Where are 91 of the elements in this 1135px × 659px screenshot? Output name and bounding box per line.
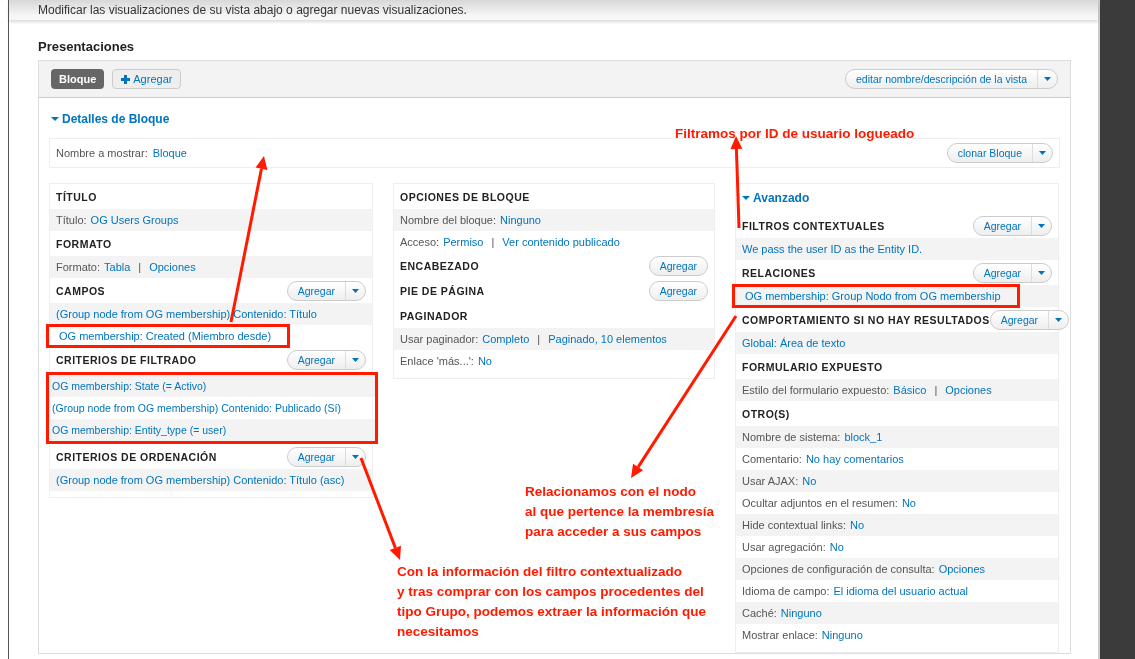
setting-link[interactable]: Paginado, 10 elementos xyxy=(548,333,667,345)
setting-label: Ocultar adjuntos en el resumen: xyxy=(742,497,898,509)
caret-icon xyxy=(352,357,359,362)
setting-link[interactable]: (Group node from OG membership) Contenido: Publicado (Sí) xyxy=(52,402,341,414)
caret-icon xyxy=(352,454,359,459)
add-button[interactable]: Agregar xyxy=(287,281,346,300)
separator-text: | xyxy=(491,236,495,248)
add-button[interactable]: Agregar xyxy=(648,280,708,301)
annotation-text: Relacionamos con el nodo al que pertence la membresía para acceder a sus campos xyxy=(525,483,715,541)
setting-link[interactable]: Tabla xyxy=(104,261,131,273)
caret-icon xyxy=(1038,270,1045,275)
intro-text: Modificar las visualizaciones de su vista abajo o agregar nuevas visualizaciones. xyxy=(38,2,468,16)
caret-icon xyxy=(742,194,750,202)
separator-text: | xyxy=(934,384,938,396)
setting-link[interactable]: Completo xyxy=(482,333,530,345)
section-title: CRITERIOS DE ORDENACIÓN xyxy=(56,450,217,463)
setting-label: Nombre de sistema: xyxy=(742,431,841,443)
setting-label: Comentario: xyxy=(742,453,802,465)
section-title: CRITERIOS DE FILTRADO xyxy=(56,353,197,366)
plus-icon xyxy=(121,74,131,84)
add-button[interactable]: Agregar xyxy=(287,350,346,369)
setting-link[interactable]: Ninguno xyxy=(821,629,863,641)
setting-label: Usar paginador: xyxy=(400,333,479,345)
section-title: OTRO(S) xyxy=(742,407,790,420)
caret-icon xyxy=(1039,151,1046,155)
section-title: TÍTULO xyxy=(56,190,97,203)
setting-link[interactable]: Opciones xyxy=(945,384,992,396)
section-title: OPCIONES DE BLOQUE xyxy=(400,190,530,203)
details-toggle[interactable]: Detalles de Bloque xyxy=(51,112,170,126)
setting-link[interactable]: Ver contenido publicado xyxy=(502,236,620,248)
setting-label: Nombre del bloque: xyxy=(400,214,496,226)
separator-text: | xyxy=(537,333,541,345)
setting-label: Acceso: xyxy=(400,236,440,248)
setting-link[interactable]: Opciones xyxy=(149,261,196,273)
field-label: Nombre a mostrar: xyxy=(56,147,148,159)
caret-icon xyxy=(1055,317,1063,322)
setting-link[interactable]: Opciones xyxy=(938,563,986,575)
section-title: FORMULARIO EXPUESTO xyxy=(742,360,883,373)
display-name-link[interactable]: Bloque xyxy=(152,147,187,159)
setting-label: Formato: xyxy=(56,261,100,273)
edit-view-button[interactable]: editar nombre/descripción de la vista xyxy=(846,70,1038,88)
add-button[interactable]: Agregar xyxy=(973,263,1032,282)
setting-label: Usar AJAX: xyxy=(742,475,799,487)
setting-link[interactable]: Ninguno xyxy=(780,607,822,619)
setting-link[interactable]: No xyxy=(901,497,916,509)
setting-label: Enlace 'más...': xyxy=(400,355,474,367)
clone-button[interactable]: clonar Bloque xyxy=(947,144,1033,162)
add-button[interactable]: Agregar xyxy=(287,447,346,466)
setting-label: Mostrar enlace: xyxy=(742,629,818,641)
add-button[interactable]: Agregar xyxy=(648,255,708,276)
add-button[interactable]: Agregar xyxy=(973,216,1032,235)
annotation-text: Filtramos por ID de usuario logueado xyxy=(675,125,915,143)
setting-link[interactable]: Global: Área de texto xyxy=(742,337,846,349)
setting-link[interactable]: No xyxy=(802,475,817,487)
setting-label: Título: xyxy=(56,214,87,226)
section-title: PIE DE PÁGINA xyxy=(400,284,485,297)
section-title: CAMPOS xyxy=(56,284,106,297)
setting-label: Opciones de configuración de consulta: xyxy=(742,563,935,575)
setting-label: Estilo del formulario expuesto: xyxy=(742,384,890,396)
section-title: PAGINADOR xyxy=(400,309,468,322)
setting-label: Usar agregación: xyxy=(742,541,826,553)
setting-link[interactable]: No hay comentarios xyxy=(805,453,904,465)
section-title: ENCABEZADO xyxy=(400,259,480,272)
add-button[interactable]: Agregar xyxy=(990,310,1050,329)
setting-link[interactable]: No xyxy=(849,519,864,531)
caret-icon xyxy=(1044,77,1051,81)
setting-link[interactable]: Ninguno xyxy=(500,214,541,226)
caret-icon xyxy=(352,288,359,293)
section-title: COMPORTAMIENTO SI NO HAY RESULTADOS xyxy=(742,313,990,326)
advanced-toggle[interactable]: Avanzado xyxy=(742,191,810,205)
annotation-text: Con la información del filtro contextualizado y tras comprar con los campos procedentes del tipo Grupo, podemos extraer la información que necesitamos xyxy=(397,563,707,641)
section-title: FILTROS CONTEXTUALES xyxy=(742,219,885,232)
setting-link[interactable]: Básico xyxy=(893,384,927,396)
setting-link[interactable]: Permiso xyxy=(443,236,484,248)
section-title: FORMATO xyxy=(56,237,112,250)
separator-text: | xyxy=(138,261,142,273)
caret-icon xyxy=(1038,223,1045,228)
setting-link[interactable]: El idioma del usuario actual xyxy=(833,585,968,597)
setting-link[interactable]: OG Users Groups xyxy=(90,214,179,226)
setting-link[interactable]: No xyxy=(829,541,844,553)
section-title: RELACIONES xyxy=(742,266,816,279)
setting-link[interactable]: block_1 xyxy=(844,431,883,443)
caret-icon xyxy=(51,115,59,123)
setting-link[interactable]: OG membership: Created (Miembro desde) xyxy=(59,330,272,342)
display-tab[interactable]: Bloque xyxy=(51,69,105,89)
setting-link[interactable]: No xyxy=(477,355,492,367)
setting-label: Hide contextual links: xyxy=(742,519,846,531)
section-heading: Presentaciones xyxy=(38,39,136,54)
add-display-button[interactable]: Agregar xyxy=(112,69,182,89)
setting-label: Caché: xyxy=(742,607,777,619)
setting-label: Idioma de campo: xyxy=(742,585,830,597)
